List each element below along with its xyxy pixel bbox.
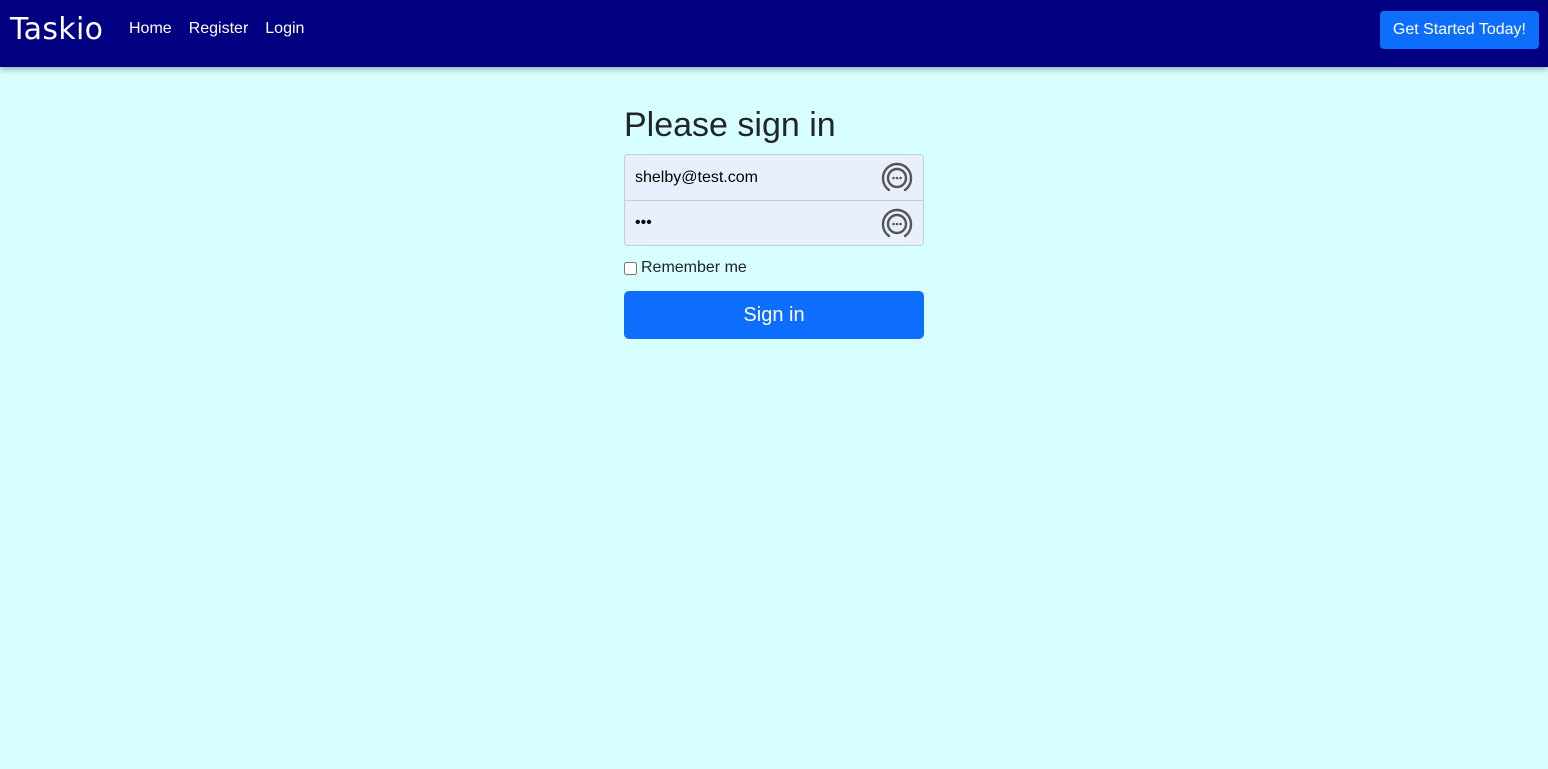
password-field-wrapper (625, 200, 923, 245)
remember-me-checkbox[interactable] (624, 261, 637, 275)
page-title: Please sign in (624, 106, 836, 144)
navbar: Taskio Home Register Login Get Started T… (0, 0, 1548, 67)
password-manager-icon[interactable] (880, 207, 914, 241)
remember-me-label: Remember me (641, 259, 747, 276)
email-field[interactable] (625, 155, 923, 200)
nav-link-home[interactable]: Home (129, 19, 172, 39)
credentials-group (624, 154, 924, 246)
get-started-button[interactable]: Get Started Today! (1379, 11, 1539, 49)
brand-logo[interactable]: Taskio (10, 10, 103, 50)
sign-in-form: Please sign in shelby@test.com ••• Remem… (624, 104, 924, 339)
nav-links: Home Register Login (129, 19, 321, 39)
email-field-wrapper (625, 155, 923, 200)
nav-link-login[interactable]: Login (265, 19, 304, 39)
sign-in-button[interactable]: Sign in (624, 291, 924, 339)
nav-link-register[interactable]: Register (189, 19, 249, 39)
remember-me: Remember me (624, 259, 924, 277)
password-manager-icon[interactable] (880, 161, 914, 195)
password-field[interactable] (625, 201, 923, 245)
